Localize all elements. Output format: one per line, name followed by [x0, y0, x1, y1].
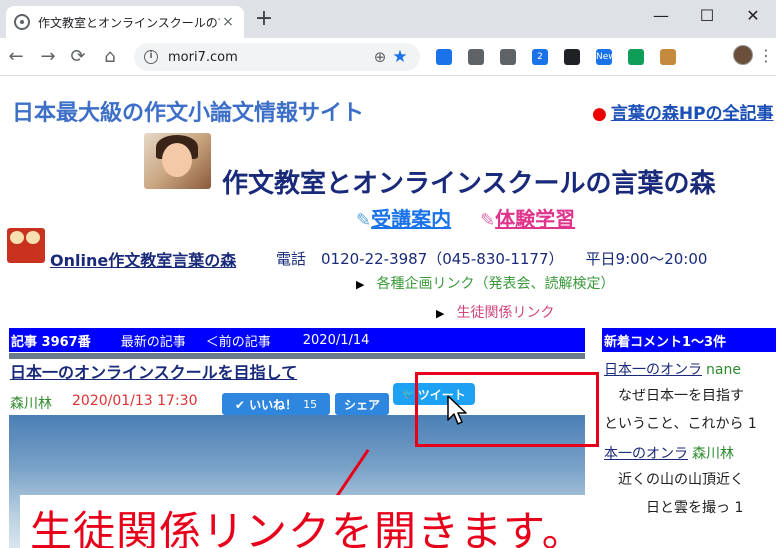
edit-ext-icon[interactable] [500, 49, 516, 65]
site-title: 日本最大級の作文小論文情報サイト [12, 101, 365, 126]
chart-ext-icon[interactable] [468, 49, 484, 65]
student-links-row[interactable]: ▶ 生徒関係リンク [436, 302, 554, 322]
comment-article-link[interactable]: 本一のオンラ [604, 446, 688, 462]
reload-button[interactable]: ⟳ [66, 45, 90, 69]
like-count: 15 [303, 397, 318, 411]
comment-text: 近くの山の山頂近く [604, 472, 744, 488]
triangle-bullet-icon: ▶ [436, 307, 445, 320]
code-ext-icon[interactable]: 2 [532, 49, 548, 65]
new-tab-button[interactable]: + [252, 8, 276, 32]
twitter-bird-icon: 🐦 [402, 388, 415, 400]
address-bar[interactable]: i mori7.com ⊕ ★ [134, 43, 420, 71]
comment-line: 本一のオンラ 森川林 [604, 443, 734, 463]
url-text[interactable]: mori7.com [168, 50, 370, 65]
latest-article-link[interactable]: 最新の記事 [121, 331, 186, 350]
new-ext-icon[interactable]: New [596, 49, 616, 65]
article-datetime: 2020/01/13 17:30 [72, 393, 198, 409]
pencil-icon: ✎ [480, 210, 496, 231]
like-label: ✔ いいね！ [234, 397, 298, 412]
comment-line: 近くの山の山頂近く [604, 469, 744, 489]
comment-article-link[interactable]: 日本一のオンラ [604, 362, 702, 378]
new-comments-header: 新着コメント1～3件 [602, 328, 776, 352]
profile-avatar[interactable] [733, 45, 753, 65]
comment-line: ということ、これから 1 [604, 413, 757, 433]
highlight-box [415, 372, 599, 447]
guide-links: ✎受講案内 ✎体験学習 [356, 203, 575, 232]
comment-text: ということ、これから 1 [604, 416, 757, 432]
hp-all-articles-link[interactable]: ● 言葉の森HPの全記事 [592, 99, 774, 124]
triangle-bullet-icon: ▶ [356, 278, 365, 291]
logo-face [26, 231, 40, 244]
menu-icon[interactable]: ⋮ [758, 45, 774, 67]
article-count: 記事 3967番 [11, 334, 91, 350]
bookmark-ext-icon[interactable] [436, 49, 452, 65]
girl-photo [144, 133, 211, 189]
online-school-link[interactable]: Online作文教室言葉の森 [50, 247, 236, 271]
web-page: 日本最大級の作文小論文情報サイト ● 言葉の森HPの全記事 作文教室とオンラインス… [0, 77, 776, 548]
student-links-link[interactable]: 生徒関係リンク [456, 305, 554, 321]
phone-number: 電話 0120-22-3987（045-830-1177） [276, 250, 564, 268]
main-title: 作文教室とオンラインスクールの言葉の森 [222, 169, 716, 199]
star-icon[interactable]: ★ [390, 47, 410, 67]
like-button[interactable]: ✔ いいね！ 15 [222, 393, 330, 415]
photo-face [162, 143, 192, 177]
cookie-ext-icon[interactable] [660, 49, 676, 65]
browser-toolbar: ← → ⟳ ⌂ i mori7.com ⊕ ★ 2 New [0, 38, 776, 76]
caption-text: 生徒関係リンクを開きます。 [30, 507, 585, 548]
prev-article-link[interactable]: ＜前の記事 [206, 331, 271, 350]
share-button[interactable]: シェア [335, 393, 389, 415]
comment-line: 日本一のオンラ nane [604, 359, 741, 379]
logo-face [10, 231, 24, 244]
hp-link-label: 言葉の森HPの全記事 [610, 104, 774, 124]
phone-info: 電話 0120-22-3987（045-830-1177） 平日9:00～20:0… [276, 248, 707, 269]
forward-button[interactable]: → [36, 45, 60, 69]
close-icon[interactable]: × [220, 14, 236, 30]
pencil-icon: ✎ [356, 210, 372, 231]
tab-title: 作文教室とオンラインスクールの言葉の [38, 15, 220, 30]
back-button[interactable]: ← [4, 45, 28, 69]
school-logo[interactable] [7, 228, 45, 263]
article-bar-date: 2020/1/14 [302, 332, 370, 348]
comment-line: なぜ日本一を目指す [604, 385, 744, 405]
minimize-button[interactable]: — [638, 0, 684, 30]
maximize-button[interactable]: ☐ [684, 0, 730, 30]
mouse-cursor-icon [447, 395, 467, 425]
screenshot-root: 作文教室とオンラインスクールの言葉の × + — ☐ ✕ ← → ⟳ ⌂ i m… [0, 0, 776, 548]
caption-box: 生徒関係リンクを開きます。 [20, 495, 645, 548]
red-dot-icon: ● [592, 104, 607, 124]
event-links-link[interactable]: 各種企画リンク（発表会、読解検定） [376, 276, 614, 292]
zoom-icon[interactable]: ⊕ [370, 48, 390, 66]
window-close-button[interactable]: ✕ [730, 0, 776, 30]
browser-tabstrip: 作文教室とオンラインスクールの言葉の × + — ☐ ✕ [0, 0, 776, 38]
home-button[interactable]: ⌂ [98, 45, 122, 69]
drive-ext-icon[interactable] [628, 49, 644, 65]
browser-tab[interactable]: 作文教室とオンラインスクールの言葉の × [6, 6, 244, 38]
article-title[interactable]: 日本一のオンラインスクールを目指して [10, 359, 297, 383]
business-hours: 平日9:00～20:00 [585, 250, 708, 268]
enrollment-guide-link[interactable]: 受講案内 [371, 207, 451, 231]
article-nav-bar: 記事 3967番 最新の記事 ＜前の記事 2020/1/14 [9, 328, 585, 352]
info-icon[interactable]: i [144, 50, 158, 64]
globe-icon [14, 14, 30, 30]
comment-text: なぜ日本一を目指す [604, 388, 744, 404]
fast-forward-ext-icon[interactable] [564, 49, 580, 65]
event-links-row[interactable]: ▶ 各種企画リンク（発表会、読解検定） [356, 273, 614, 293]
article-author[interactable]: 森川林 [10, 393, 52, 413]
trial-lesson-link[interactable]: 体験学習 [495, 207, 575, 231]
comment-author: nane [706, 362, 741, 378]
comment-author: 森川林 [692, 446, 734, 462]
